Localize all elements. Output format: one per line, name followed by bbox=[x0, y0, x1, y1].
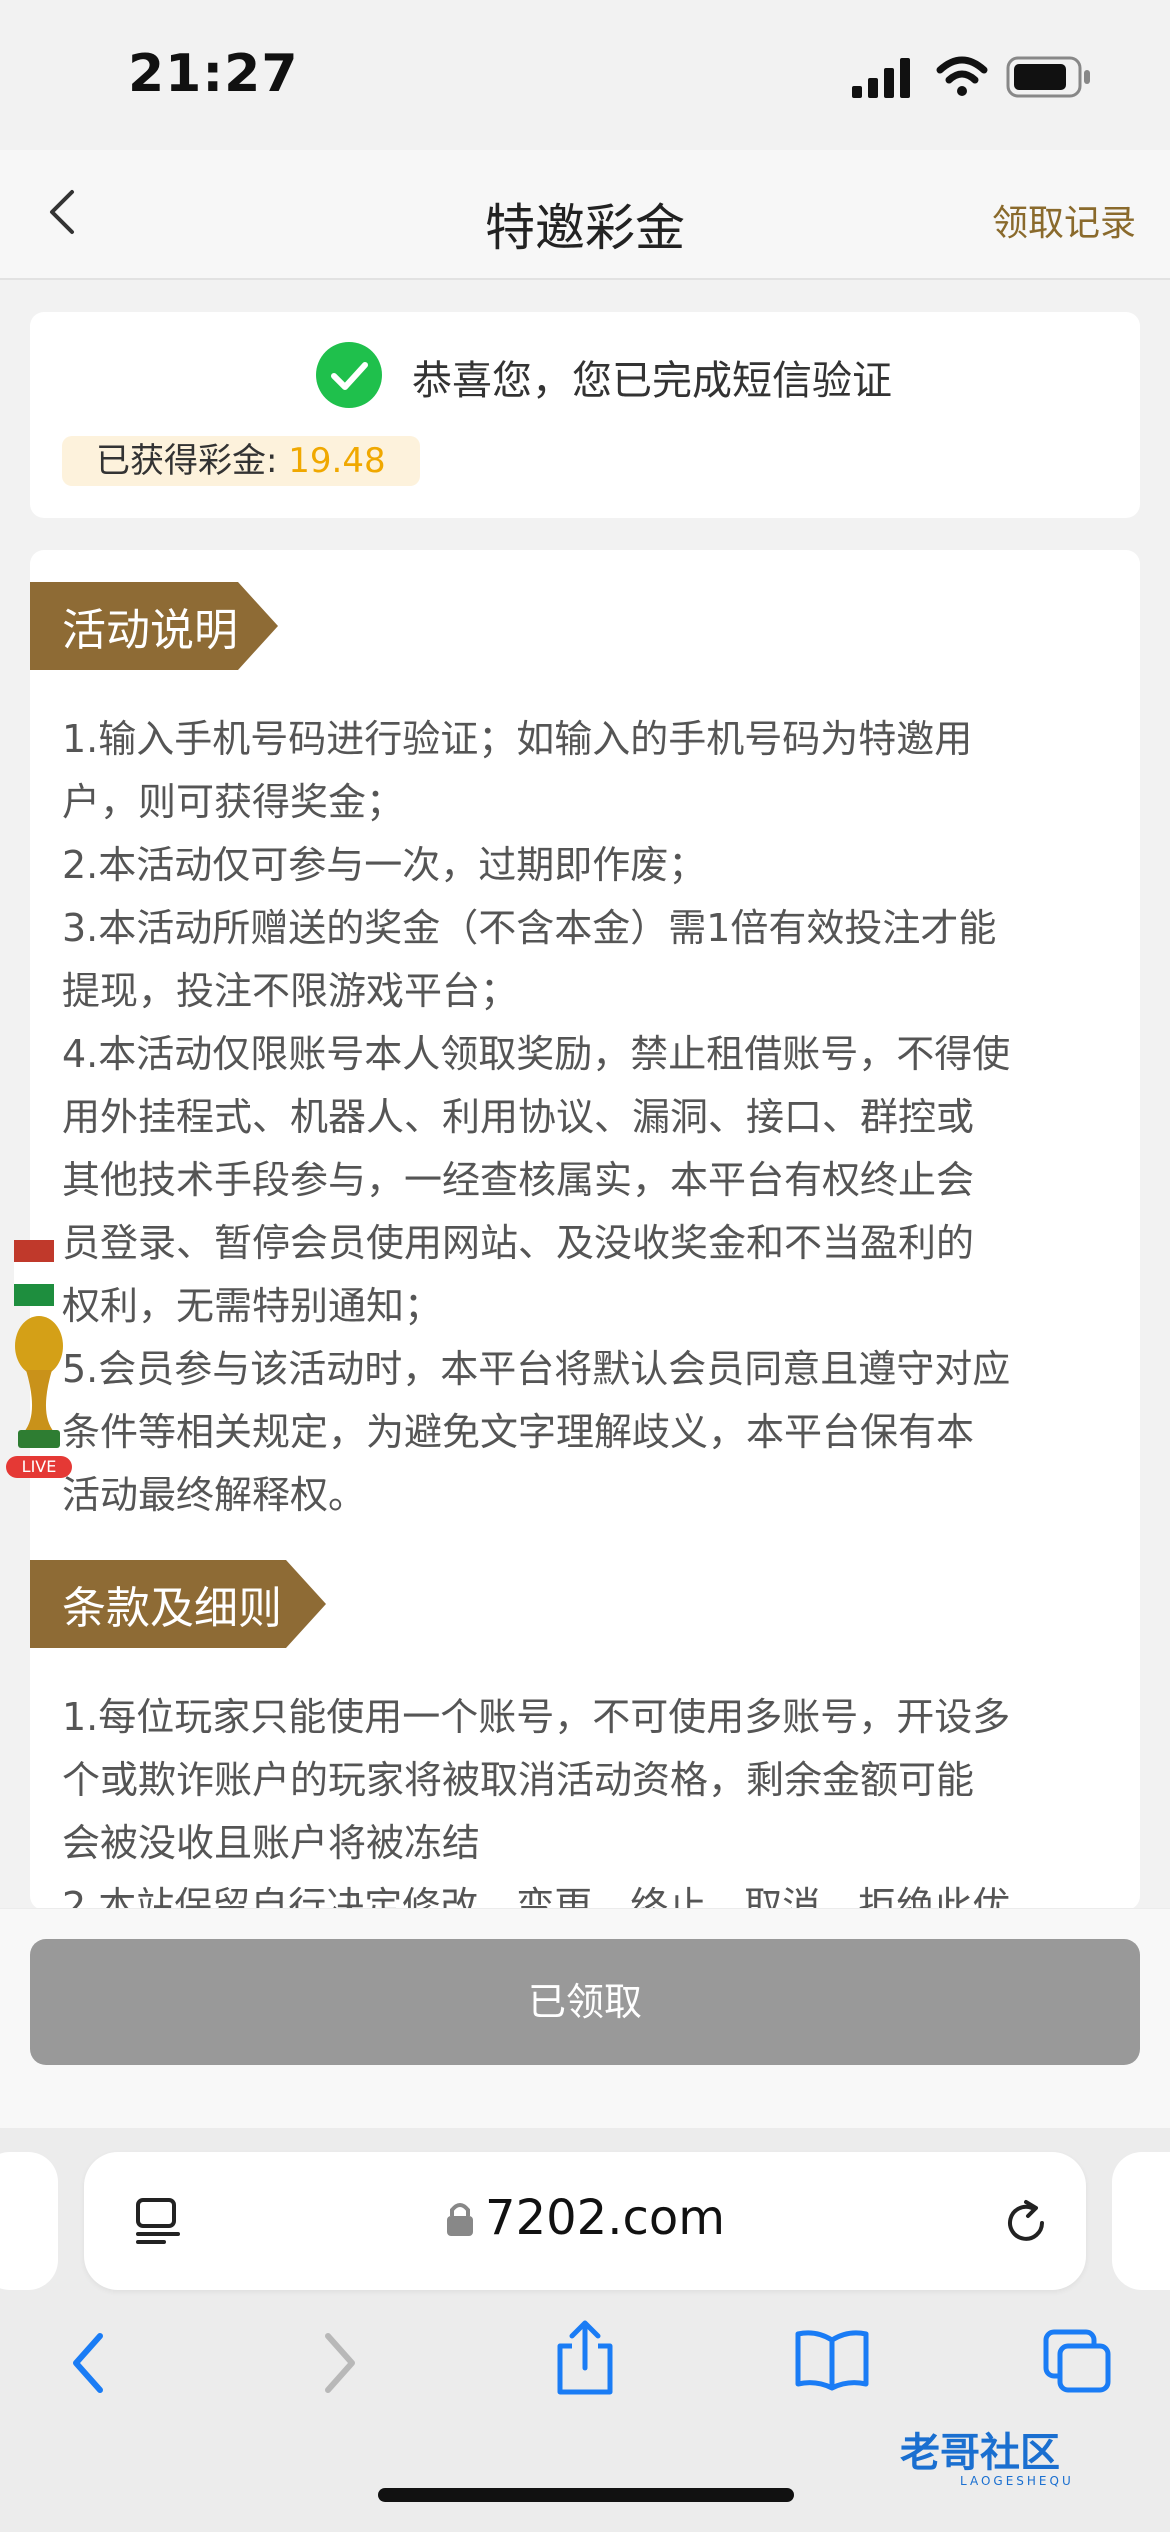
verification-message: 恭喜您，您已完成短信验证 bbox=[412, 358, 892, 404]
activity-description: 1.输入手机号码进行验证；如输入的手机号码为特邀用 户，则可获得奖金； 2.本活… bbox=[62, 708, 1122, 1527]
previous-tab-preview[interactable] bbox=[0, 2152, 58, 2290]
battery-icon bbox=[1006, 56, 1090, 98]
text-line: 活动最终解释权。 bbox=[62, 1473, 367, 1517]
section-ribbon-terms: 条款及细则 bbox=[30, 1560, 338, 1668]
address-bar[interactable]: 7202.com bbox=[84, 2152, 1086, 2290]
bottom-action-panel: 已领取 bbox=[0, 1908, 1170, 2129]
tabs-icon[interactable] bbox=[1042, 2328, 1112, 2394]
text-line: 2.本活动仅可参与一次，过期即作废； bbox=[62, 843, 707, 887]
text-line: 户，则可获得奖金； bbox=[62, 780, 405, 824]
wifi-icon bbox=[936, 56, 988, 96]
earned-value: 19.48 bbox=[288, 441, 386, 481]
text-line: 条件等相关规定，为避免文字理解歧义，本平台保有本 bbox=[62, 1410, 975, 1454]
back-arrow-icon[interactable] bbox=[62, 2328, 112, 2398]
text-line: 4.本活动仅限账号本人领取奖励，禁止租借账号，不得使 bbox=[62, 1032, 1011, 1076]
watermark-subtext: LAOGESHEQU bbox=[960, 2474, 1074, 2488]
earned-bonus-badge: 已获得彩金: 19.48 bbox=[62, 436, 420, 486]
reload-icon[interactable] bbox=[1002, 2198, 1052, 2248]
url-domain: 7202.com bbox=[485, 2190, 725, 2246]
flag-icon bbox=[14, 1240, 54, 1306]
text-line: 提现，投注不限游戏平台； bbox=[62, 969, 519, 1013]
status-bar: 21:27 bbox=[0, 0, 1170, 150]
url-text: 7202.com bbox=[84, 2190, 1086, 2246]
section-title-terms: 条款及细则 bbox=[62, 1583, 282, 1634]
claim-records-link[interactable]: 领取记录 bbox=[992, 194, 1136, 246]
text-line: 用外挂程式、机器人、利用协议、漏洞、接口、群控或 bbox=[62, 1095, 975, 1139]
text-line: 个或欺诈账户的玩家将被取消活动资格，剩余金额可能 bbox=[62, 1758, 975, 1802]
text-line: 权利，无需特别通知； bbox=[62, 1284, 443, 1328]
text-line: 1.每位玩家只能使用一个账号，不可使用多账号，开设多 bbox=[62, 1695, 1011, 1739]
text-line: 1.输入手机号码进行验证；如输入的手机号码为特邀用 bbox=[62, 717, 973, 761]
floating-live-widget[interactable]: LIVE bbox=[6, 1240, 72, 1480]
nav-bar: 特邀彩金 领取记录 bbox=[0, 150, 1170, 280]
section-title-activity: 活动说明 bbox=[62, 605, 238, 656]
trophy-icon bbox=[15, 1316, 63, 1448]
rules-card: 活动说明 1.输入手机号码进行验证；如输入的手机号码为特邀用 户，则可获得奖金；… bbox=[30, 550, 1140, 1910]
forward-arrow-icon[interactable] bbox=[316, 2328, 366, 2398]
next-tab-preview[interactable] bbox=[1112, 2152, 1170, 2290]
home-indicator[interactable] bbox=[378, 2488, 794, 2502]
watermark-text: 老哥社区 bbox=[900, 2430, 1060, 2476]
earned-label: 已获得彩金: bbox=[96, 441, 278, 481]
text-line: 员登录、暂停会员使用网站、及没收奖金和不当盈利的 bbox=[62, 1221, 975, 1265]
verification-card: 恭喜您，您已完成短信验证 已获得彩金: 19.48 bbox=[30, 312, 1140, 518]
section-ribbon-activity: 活动说明 bbox=[30, 582, 278, 690]
success-check-icon bbox=[316, 342, 382, 408]
bookmarks-icon[interactable] bbox=[794, 2328, 870, 2392]
text-line: 其他技术手段参与，一经查核属实，本平台有权终止会 bbox=[62, 1158, 975, 1202]
terms-details: 1.每位玩家只能使用一个账号，不可使用多账号，开设多 个或欺诈账户的玩家将被取消… bbox=[62, 1686, 1122, 1910]
text-line: 5.会员参与该活动时，本平台将默认会员同意且遵守对应 bbox=[62, 1347, 1011, 1391]
live-badge: LIVE bbox=[6, 1456, 72, 1478]
share-icon[interactable] bbox=[550, 2318, 620, 2398]
text-line: 会被没收且账户将被冻结 bbox=[62, 1821, 481, 1865]
claimed-button[interactable]: 已领取 bbox=[30, 1939, 1140, 2065]
status-time: 21:27 bbox=[128, 44, 299, 104]
text-line: 3.本活动所赠送的奖金（不含本金）需1倍有效投注才能 bbox=[62, 906, 997, 950]
text-line: 2.本站保留自行决定修改、变更、终止、取消、拒绝此优 bbox=[62, 1884, 1011, 1910]
lock-icon bbox=[447, 2203, 474, 2236]
watermark-logo: 老哥社区 LAOGESHEQU bbox=[900, 2420, 1074, 2488]
cellular-signal-icon bbox=[852, 58, 910, 98]
